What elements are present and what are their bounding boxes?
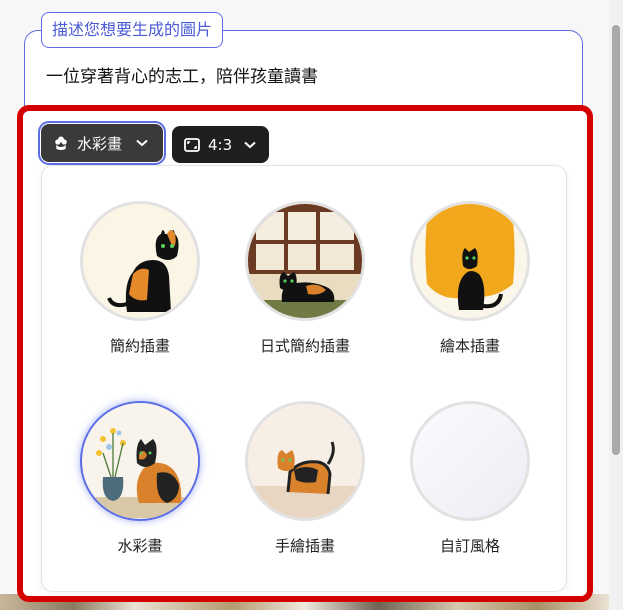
- style-thumbnail-minimal: [80, 201, 200, 321]
- style-option-label: 日式簡約插畫: [259, 337, 350, 355]
- style-option-label: 水彩畫: [117, 537, 163, 555]
- aspect-ratio-button[interactable]: 4:3: [172, 126, 269, 163]
- style-option-label: 繪本插畫: [439, 337, 500, 355]
- style-option-minimal[interactable]: 簡約插畫: [75, 201, 205, 356]
- style-thumbnail-handdrawn: [245, 401, 365, 521]
- style-option-japanese[interactable]: 日式簡約插畫: [240, 201, 370, 356]
- style-thumbnail-custom: [410, 401, 530, 521]
- scrollbar-thumb[interactable]: [612, 25, 620, 455]
- style-select-label: 水彩畫: [77, 134, 123, 153]
- style-dropdown-panel: 簡約插畫 日式簡約插畫 繪本插畫 水彩畫 手繪插畫 自訂風格: [41, 165, 567, 592]
- style-option-label: 手繪插畫: [274, 537, 335, 555]
- style-select-button[interactable]: 水彩畫: [38, 121, 166, 165]
- style-option-label: 簡約插畫: [109, 337, 170, 355]
- chevron-down-icon: [136, 139, 148, 147]
- style-thumbnail-picturebook: [410, 201, 530, 321]
- prompt-text[interactable]: 一位穿著背心的志工，陪伴孩童讀書: [46, 62, 318, 87]
- aspect-ratio-label: 4:3: [208, 135, 233, 154]
- chevron-down-icon: [244, 141, 256, 149]
- style-thumbnail-japanese: [245, 201, 365, 321]
- style-option-custom[interactable]: 自訂風格: [405, 401, 535, 556]
- style-thumbnail-watercolor: [80, 401, 200, 521]
- flower-icon: [53, 135, 69, 151]
- aspect-ratio-icon: [184, 137, 200, 152]
- style-option-watercolor[interactable]: 水彩畫: [75, 401, 205, 556]
- style-option-handdrawn[interactable]: 手繪插畫: [240, 401, 370, 556]
- style-option-label: 自訂風格: [439, 537, 500, 555]
- prompt-legend: 描述您想要生成的圖片: [41, 12, 224, 48]
- style-option-picturebook[interactable]: 繪本插畫: [405, 201, 535, 356]
